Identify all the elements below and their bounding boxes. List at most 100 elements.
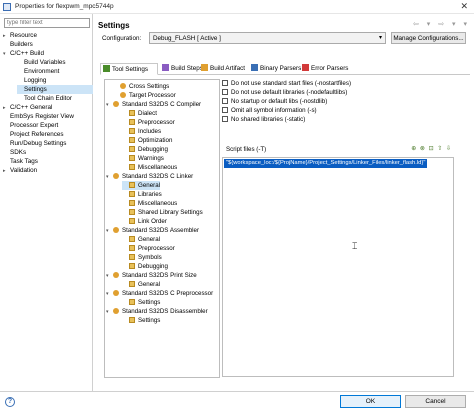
tree-item[interactable]: Includes [122, 127, 161, 136]
script-files-label: Script files (-T) [226, 146, 267, 153]
tab-label: Binary Parsers [260, 65, 302, 72]
configuration-row: Configuration: Debug_FLASH [ Active ] ▾ … [100, 32, 470, 45]
script-file-entry[interactable]: "${workspace_loc:/${ProjName}/Project_Se… [224, 159, 428, 168]
expand-toggle-icon[interactable]: ▾ [106, 272, 113, 281]
expand-toggle-icon[interactable]: ▸ [3, 167, 10, 176]
sidebar-item[interactable]: Task Tags [3, 157, 93, 166]
tree-item[interactable]: ▾ Standard S32DS C Linker [106, 172, 193, 181]
sidebar-item[interactable]: Environment [17, 67, 93, 76]
tree-item[interactable]: Dialect [122, 109, 157, 118]
tree-item[interactable]: Debugging [122, 262, 168, 271]
tree-item[interactable]: Symbols [122, 253, 162, 262]
checkbox[interactable] [222, 89, 228, 95]
tab-item[interactable]: Tool Settings [100, 63, 158, 75]
sidebar-item[interactable]: ▸ Validation [3, 166, 93, 175]
settings-page-icon [129, 200, 135, 206]
tree-item[interactable]: Debugging [122, 145, 168, 154]
tree-item[interactable]: ▾ Standard S32DS Print Size [106, 271, 197, 280]
sidebar-item-label: Environment [24, 68, 60, 75]
sidebar-item[interactable]: ▸ Resource [3, 31, 93, 40]
expand-toggle-icon[interactable]: ▾ [3, 50, 10, 59]
tree-item[interactable]: General [122, 280, 160, 289]
sidebar-item-label: Logging [24, 77, 47, 84]
sidebar-item[interactable]: ▾ C/C++ Build [3, 49, 93, 58]
tree-item[interactable]: General [122, 181, 161, 190]
tree-item[interactable]: Settings [122, 298, 160, 307]
sidebar-item[interactable]: Project References [3, 130, 93, 139]
checkbox[interactable] [222, 80, 228, 86]
tool-gear-icon [113, 227, 119, 233]
cancel-button[interactable]: Cancel [405, 395, 466, 408]
linker-option[interactable]: Do not use default libraries (-nodefault… [222, 88, 347, 97]
mouse-cursor-icon: ⌶ [352, 241, 358, 251]
linker-option[interactable]: No startup or default libs (-nostdlib) [222, 97, 327, 106]
sidebar-item[interactable]: ▸ C/C++ General [3, 103, 93, 112]
sidebar-item-label: C/C++ Build [10, 50, 44, 57]
manage-configurations-button[interactable]: Manage Configurations... [391, 32, 466, 44]
ok-button[interactable]: OK [340, 395, 401, 408]
configuration-select[interactable]: Debug_FLASH [ Active ] ▾ [149, 32, 386, 44]
sidebar-item-label: Processor Expert [10, 122, 59, 129]
tree-item[interactable]: ▾ Standard S32DS C Preprocessor [106, 289, 213, 298]
tab-item[interactable]: Binary Parsers [249, 63, 302, 75]
linker-option[interactable]: Omit all symbol information (-s) [222, 106, 317, 115]
sidebar-item[interactable]: Processor Expert [3, 121, 93, 130]
tool-gear-icon [120, 92, 126, 98]
tree-item[interactable]: Link Order [122, 217, 167, 226]
app-icon [3, 3, 11, 11]
sidebar-item[interactable]: Run/Debug Settings [3, 139, 93, 148]
linker-option[interactable]: Do not use standard start files (-nostar… [222, 79, 351, 88]
tree-item[interactable]: Settings [122, 316, 160, 325]
tree-item[interactable]: Shared Library Settings [122, 208, 203, 217]
tree-item[interactable]: Preprocessor [122, 244, 175, 253]
window-titlebar: Properties for flexpwm_mpc5744p ✕ [0, 0, 474, 14]
sidebar-item[interactable]: Builders [3, 40, 93, 49]
tool-gear-icon [113, 308, 119, 314]
tree-item[interactable]: ▾ Standard S32DS Assembler [106, 226, 199, 235]
settings-page-icon [129, 146, 135, 152]
tab-item[interactable]: Error Parsers [300, 63, 348, 75]
tree-item[interactable]: Target Processor [113, 91, 176, 100]
tab-item[interactable]: Build Artifact [199, 63, 248, 75]
sidebar-item-label: Tool Chain Editor [24, 95, 72, 102]
sidebar-item[interactable]: Logging [17, 76, 93, 85]
tree-item[interactable]: Libraries [122, 190, 162, 199]
script-files-list[interactable]: "${workspace_loc:/${ProjName}/Project_Se… [222, 157, 454, 377]
expand-toggle-icon[interactable]: ▾ [106, 227, 113, 236]
expand-toggle-icon[interactable]: ▾ [106, 308, 113, 317]
tree-item[interactable]: Optimization [122, 136, 172, 145]
sidebar-item[interactable]: SDKs [3, 148, 93, 157]
tree-item[interactable]: Miscellaneous [122, 163, 177, 172]
tree-item[interactable]: Preprocessor [122, 118, 175, 127]
filter-input[interactable] [4, 18, 90, 28]
close-icon[interactable]: ✕ [460, 1, 468, 12]
checkbox[interactable] [222, 107, 228, 113]
sidebar-item[interactable]: Settings [17, 85, 93, 94]
settings-page-icon [129, 155, 135, 161]
navigation-arrows-icon[interactable]: ⇦ ▾ ⇨ ▾ ▾ [413, 20, 470, 28]
settings-page-icon [129, 110, 135, 116]
linker-option-label: No shared libraries (-static) [231, 116, 306, 123]
tree-item[interactable]: Cross Settings [113, 82, 169, 91]
expand-toggle-icon[interactable]: ▾ [106, 173, 113, 182]
script-files-toolbar-icon[interactable]: ⊕ ⊗ ⊡ ⇧ ⇩ [411, 145, 452, 152]
tree-item-label: Dialect [138, 110, 157, 117]
tree-item[interactable]: Warnings [122, 154, 164, 163]
checkbox[interactable] [222, 116, 228, 122]
sidebar-item[interactable]: EmbSys Register View [3, 112, 93, 121]
sidebar-item[interactable]: Tool Chain Editor [17, 94, 93, 103]
tree-item[interactable]: General [122, 235, 160, 244]
checkbox[interactable] [222, 98, 228, 104]
help-icon[interactable]: ? [5, 397, 15, 407]
sidebar-item[interactable]: Build Variables [17, 58, 93, 67]
tree-item[interactable]: Miscellaneous [122, 199, 177, 208]
expand-toggle-icon[interactable]: ▾ [106, 101, 113, 110]
tab-item[interactable]: Build Steps [160, 63, 203, 75]
tree-item[interactable]: ▾ Standard S32DS C Compiler [106, 100, 201, 109]
settings-page-icon [129, 137, 135, 143]
tree-item-label: Standard S32DS Disassembler [122, 308, 208, 315]
expand-toggle-icon[interactable]: ▾ [106, 290, 113, 299]
tree-item[interactable]: ▾ Standard S32DS Disassembler [106, 307, 208, 316]
sidebar-item-label: Builders [10, 41, 33, 48]
linker-option[interactable]: No shared libraries (-static) [222, 115, 305, 124]
